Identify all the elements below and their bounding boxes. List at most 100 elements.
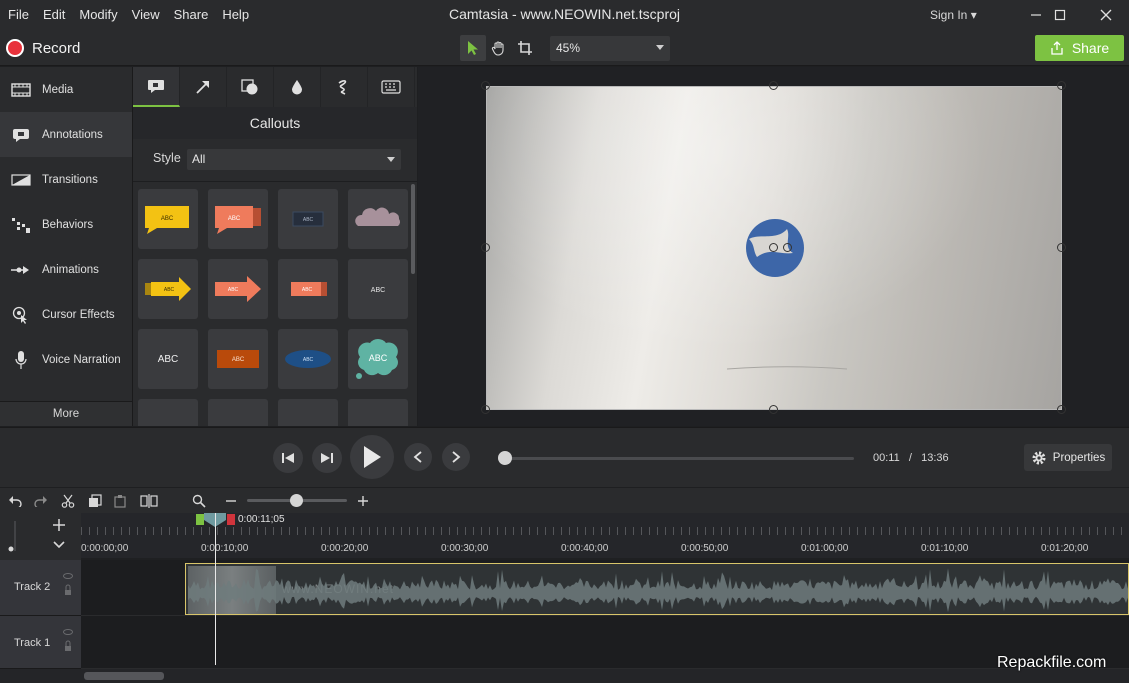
- callout-tile[interactable]: ABC: [278, 329, 338, 389]
- ruler-label: 0:01:10;00: [921, 543, 969, 554]
- cut-button[interactable]: [58, 491, 78, 511]
- close-button[interactable]: [1086, 0, 1126, 30]
- sign-in-button[interactable]: Sign In ▾: [930, 0, 977, 30]
- ruler-label: 0:01:00;00: [801, 543, 849, 554]
- track-visibility-lock-icon[interactable]: [63, 628, 73, 658]
- tab-arrows[interactable]: [180, 67, 227, 107]
- timeline-scroll-thumb[interactable]: [84, 672, 164, 680]
- resize-handle[interactable]: [481, 243, 490, 252]
- track-height-slider-icon[interactable]: [8, 519, 22, 555]
- callout-tile[interactable]: ABC: [138, 329, 198, 389]
- callout-tile[interactable]: ABC: [138, 189, 198, 249]
- sidebar-item-label: Transitions: [42, 173, 98, 186]
- track-controls: [0, 513, 81, 560]
- scissors-icon: [61, 494, 75, 508]
- style-value: All: [192, 152, 206, 166]
- undo-button[interactable]: [5, 491, 25, 511]
- copy-button[interactable]: [85, 491, 105, 511]
- crop-tool-button[interactable]: [512, 35, 538, 61]
- scrub-bar[interactable]: [500, 457, 854, 460]
- maximize-button[interactable]: [1040, 0, 1080, 30]
- callout-tile[interactable]: [278, 399, 338, 426]
- resize-handle[interactable]: [769, 405, 778, 414]
- track-header[interactable]: Track 2: [0, 560, 81, 616]
- tab-callouts[interactable]: [133, 67, 180, 107]
- properties-button[interactable]: Properties: [1024, 444, 1112, 471]
- callout-dark-box-icon: ABC: [292, 211, 324, 227]
- center-handle[interactable]: [783, 243, 792, 252]
- pointer-tool-button[interactable]: [460, 35, 486, 61]
- menu-help[interactable]: Help: [215, 0, 256, 30]
- paste-button[interactable]: [110, 491, 130, 511]
- menu-view[interactable]: View: [125, 0, 167, 30]
- sidebar-item-transitions[interactable]: Transitions: [0, 157, 132, 202]
- menu-modify[interactable]: Modify: [72, 0, 124, 30]
- more-button[interactable]: More: [0, 401, 132, 426]
- sidebar-item-cursor-effects[interactable]: Cursor Effects: [0, 292, 132, 337]
- resize-handle[interactable]: [769, 81, 778, 90]
- callout-tile[interactable]: ABC: [208, 259, 268, 319]
- minus-icon: [226, 500, 236, 502]
- next-button[interactable]: [442, 443, 470, 471]
- redo-button[interactable]: [31, 491, 51, 511]
- resize-handle[interactable]: [1057, 243, 1066, 252]
- tab-sketch[interactable]: [321, 67, 368, 107]
- callout-tile[interactable]: ABC: [208, 329, 268, 389]
- scrub-handle[interactable]: [497, 451, 512, 465]
- playback-controls: 00:11 / 13:36 Properties: [0, 427, 1129, 487]
- sidebar-item-animations[interactable]: Animations: [0, 247, 132, 292]
- media-clip[interactable]: www.NEOWIN.net: [185, 563, 1129, 615]
- sidebar-item-label: Media: [42, 83, 74, 96]
- track-lane[interactable]: [81, 616, 1129, 669]
- step-back-button[interactable]: [273, 443, 303, 473]
- tab-blur[interactable]: [274, 67, 321, 107]
- callout-tile[interactable]: [348, 399, 408, 426]
- callout-tile[interactable]: ABC: [138, 259, 198, 319]
- sidebar-item-media[interactable]: Media: [0, 67, 132, 112]
- callout-tile[interactable]: [138, 399, 198, 426]
- pan-tool-button[interactable]: [486, 35, 512, 61]
- selection-start-marker[interactable]: [196, 514, 204, 525]
- style-dropdown[interactable]: All: [187, 149, 401, 170]
- callout-tile[interactable]: ABC: [278, 259, 338, 319]
- share-button[interactable]: Share: [1035, 35, 1124, 61]
- track-name: Track 1: [14, 637, 51, 649]
- rotate-handle[interactable]: [769, 243, 778, 252]
- resize-handle[interactable]: [1057, 405, 1066, 414]
- previous-button[interactable]: [404, 443, 432, 471]
- track-visibility-lock-icon[interactable]: [63, 572, 73, 602]
- record-button[interactable]: Record: [6, 35, 80, 61]
- timeline-zoom-handle[interactable]: [290, 494, 303, 507]
- sidebar-item-annotations[interactable]: Annotations: [0, 112, 132, 157]
- resize-handle[interactable]: [1057, 81, 1066, 90]
- callout-tile[interactable]: ABC: [278, 189, 338, 249]
- step-forward-button[interactable]: [312, 443, 342, 473]
- callout-tile[interactable]: ABC: [208, 189, 268, 249]
- split-button[interactable]: [139, 491, 159, 511]
- callout-tile[interactable]: [348, 189, 408, 249]
- menu-edit[interactable]: Edit: [36, 0, 72, 30]
- chevron-down-icon[interactable]: [52, 540, 66, 550]
- menu-share[interactable]: Share: [167, 0, 216, 30]
- sidebar-item-behaviors[interactable]: Behaviors: [0, 202, 132, 247]
- resize-handle[interactable]: [481, 81, 490, 90]
- zoom-dropdown[interactable]: 45%: [550, 36, 670, 61]
- zoom-in-button[interactable]: [353, 491, 373, 511]
- tab-shapes[interactable]: [227, 67, 274, 107]
- play-button[interactable]: [350, 435, 394, 479]
- add-track-icon[interactable]: [52, 518, 66, 532]
- zoom-out-button[interactable]: [221, 491, 241, 511]
- callout-tile[interactable]: ABC: [348, 259, 408, 319]
- track-header[interactable]: Track 1: [0, 616, 81, 669]
- selection-end-marker[interactable]: [227, 514, 235, 525]
- resize-handle[interactable]: [481, 405, 490, 414]
- sidebar-item-voice-narration[interactable]: Voice Narration: [0, 337, 132, 382]
- zoom-button[interactable]: [189, 491, 209, 511]
- panel-scrollbar[interactable]: [411, 184, 415, 274]
- callout-tile[interactable]: [208, 399, 268, 426]
- tab-keystroke[interactable]: [368, 67, 415, 107]
- timeline-scrollbar[interactable]: [0, 669, 1129, 683]
- menu-file[interactable]: File: [0, 0, 36, 30]
- tile-text: ABC: [228, 216, 241, 222]
- callout-tile[interactable]: ABC: [348, 329, 408, 389]
